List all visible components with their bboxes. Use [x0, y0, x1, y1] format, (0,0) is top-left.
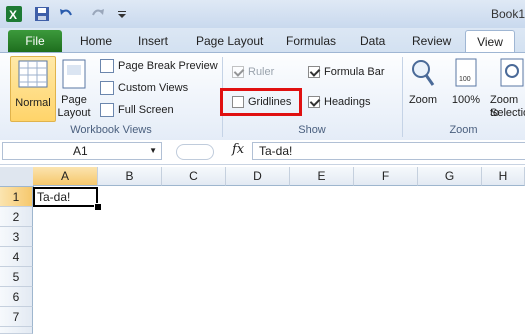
ruler-label: Ruler	[248, 66, 275, 78]
svg-text:X: X	[9, 8, 17, 22]
tab-file[interactable]: File	[8, 30, 62, 52]
save-icon[interactable]	[34, 6, 50, 22]
row-header-5[interactable]: 5	[0, 267, 33, 287]
page-break-preview-icon	[100, 59, 114, 73]
zoom-to-selection-label-2[interactable]: Selection	[490, 107, 525, 120]
page-layout-label-2[interactable]: Layout	[56, 107, 92, 120]
excel-logo-icon: X	[6, 6, 22, 22]
redo-icon[interactable]	[90, 6, 106, 22]
tab-formulas[interactable]: Formulas	[286, 34, 336, 48]
column-header-g[interactable]: G	[418, 167, 482, 186]
row-header-6[interactable]: 6	[0, 287, 33, 307]
ruler-checkbox[interactable]: Ruler	[232, 66, 274, 78]
normal-view-icon	[18, 60, 48, 88]
svg-text:100: 100	[459, 76, 471, 83]
insert-function-icon[interactable]: fx	[232, 142, 244, 157]
formula-bar: A1 ▼ fx Ta-da!	[0, 140, 525, 165]
column-header-b[interactable]: B	[98, 167, 162, 186]
column-header-e[interactable]: E	[290, 167, 354, 186]
window-title: Book1	[490, 7, 525, 21]
tab-page-layout[interactable]: Page Layout	[196, 34, 263, 48]
custom-views-button[interactable]: Custom Views	[100, 81, 188, 95]
column-header-f[interactable]: F	[354, 167, 418, 186]
full-screen-icon	[100, 103, 114, 117]
zoom-magnifier-icon[interactable]	[410, 58, 436, 88]
zoom-group-label: Zoom	[449, 124, 478, 136]
show-group-label: Show	[298, 124, 326, 136]
name-box[interactable]: A1 ▼	[2, 142, 162, 160]
zoom-100-label[interactable]: 100%	[446, 94, 486, 107]
column-header-c[interactable]: C	[162, 167, 226, 186]
page-layout-label-1[interactable]: Page	[56, 94, 92, 107]
name-box-dropdown-icon[interactable]: ▼	[149, 143, 157, 159]
formula-input[interactable]: Ta-da!	[252, 142, 525, 160]
column-header-a[interactable]: A	[33, 167, 98, 186]
zoom-100-icon[interactable]: 100	[454, 58, 478, 88]
formula-bar-label: Formula Bar	[324, 66, 385, 78]
formula-bar-check	[308, 66, 320, 78]
workbook-views-group-label: Workbook Views	[70, 124, 152, 136]
tab-data[interactable]: Data	[360, 34, 385, 48]
page-break-preview-button[interactable]: Page Break Preview	[100, 59, 218, 73]
select-all-corner[interactable]	[0, 167, 34, 187]
full-screen-label: Full Screen	[118, 104, 174, 116]
headings-label: Headings	[324, 96, 371, 108]
row-header-4[interactable]: 4	[0, 247, 33, 267]
undo-icon[interactable]	[58, 6, 74, 22]
tab-home[interactable]: Home	[80, 34, 112, 48]
row-header-8[interactable]	[0, 327, 33, 334]
gridlines-highlight-box	[220, 88, 302, 116]
page-break-preview-label: Page Break Preview	[118, 60, 218, 72]
headings-checkbox[interactable]: Headings	[308, 96, 370, 108]
column-header-h[interactable]: H	[482, 167, 525, 186]
ruler-check	[232, 66, 244, 78]
fill-handle[interactable]	[94, 203, 102, 211]
ribbon-tabs: File Home Insert Page Layout Formulas Da…	[0, 28, 525, 53]
name-box-value: A1	[73, 144, 88, 158]
custom-views-label: Custom Views	[118, 82, 189, 94]
customize-quick-access-icon[interactable]	[114, 6, 130, 22]
page-layout-icon[interactable]	[60, 59, 88, 89]
row-header-3[interactable]: 3	[0, 227, 33, 247]
headings-check	[308, 96, 320, 108]
zoom-to-selection-icon[interactable]	[500, 58, 525, 88]
tab-review[interactable]: Review	[412, 34, 451, 48]
row-header-2[interactable]: 2	[0, 207, 33, 227]
row-header-1[interactable]: 1	[0, 187, 33, 207]
title-bar: X Book1	[0, 0, 525, 29]
formula-bar-checkbox[interactable]: Formula Bar	[308, 66, 385, 78]
tab-insert[interactable]: Insert	[138, 34, 168, 48]
tab-view[interactable]: View	[465, 30, 515, 53]
custom-views-icon	[100, 81, 114, 95]
normal-view-button[interactable]: Normal	[10, 56, 56, 122]
column-header-d[interactable]: D	[226, 167, 290, 186]
cell-a1[interactable]: Ta-da!	[33, 187, 98, 207]
full-screen-button[interactable]: Full Screen	[100, 103, 174, 117]
normal-label: Normal	[15, 97, 51, 109]
row-header-7[interactable]: 7	[0, 307, 33, 327]
formula-bar-splitter[interactable]	[176, 144, 214, 160]
zoom-label[interactable]: Zoom	[403, 94, 443, 107]
